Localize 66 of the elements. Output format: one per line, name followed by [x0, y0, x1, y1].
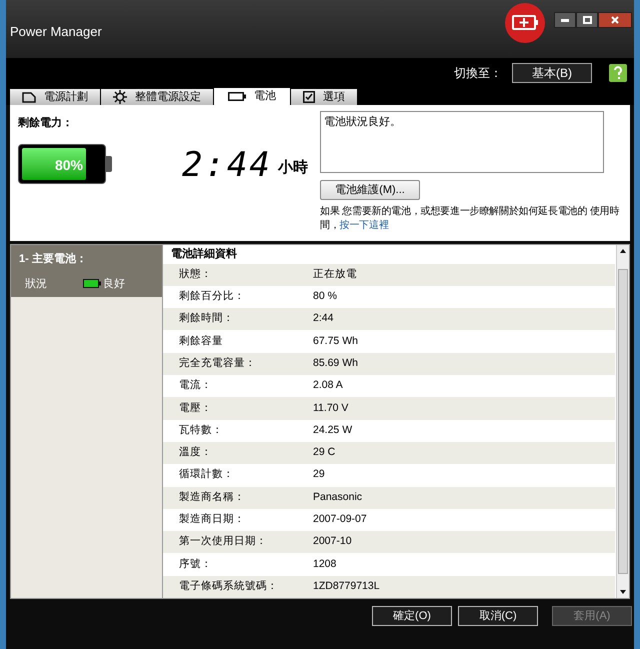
status-label: 狀況: [25, 276, 48, 292]
detail-label: 電壓：: [179, 400, 213, 416]
checkbox-icon: [303, 91, 315, 103]
tab[interactable]: 整體電源設定: [101, 89, 213, 105]
battery-icon: [83, 279, 101, 288]
basic-mode-button[interactable]: 基本(B): [512, 63, 592, 83]
battery-icon: [228, 92, 246, 101]
detail-value: 1208: [313, 556, 336, 572]
detail-value: 24.25 W: [313, 422, 352, 438]
minimize-icon: [561, 18, 569, 22]
detail-label: 剩餘百分比：: [179, 289, 246, 304]
detail-value: 2.08 A: [313, 378, 343, 394]
detail-value: 29: [313, 467, 325, 482]
detail-value: Panasonic: [313, 490, 362, 505]
window-title: Power Manager: [10, 23, 102, 41]
detail-value: 29 C: [313, 445, 336, 460]
remaining-time: 2:44: [182, 144, 272, 186]
detail-label: 製造商日期：: [179, 512, 246, 528]
detail-label: 製造商名稱：: [179, 490, 246, 505]
help-link[interactable]: 按一下這裡: [340, 220, 389, 231]
page-icon: [22, 92, 36, 102]
time-unit: 小時: [278, 158, 308, 178]
detail-value: 85.69 Wh: [313, 356, 358, 371]
detail-label: 循環計數：: [179, 467, 235, 482]
hint-text: 如果 您需要新的電池，或想要進一步瞭解關於如何延長電池的 使用時間，按一下這裡: [320, 205, 620, 233]
detail-value: 2007-10: [313, 534, 352, 550]
detail-label: 溫度：: [179, 445, 213, 460]
status-text-area: 電池狀況良好。: [320, 111, 604, 173]
settings-icon: [113, 90, 127, 104]
detail-value: 正在放電: [313, 266, 357, 282]
remaining-label: 剩餘電力：: [18, 116, 74, 131]
switch-label: 切換至：: [454, 65, 502, 82]
detail-label: 剩餘時間：: [179, 311, 235, 326]
detail-value: 11.70 V: [313, 400, 348, 416]
detail-value: 1ZD8779713L: [313, 578, 380, 594]
detail-label: 序號：: [179, 556, 213, 572]
minimize-button[interactable]: [554, 12, 576, 28]
detail-value: 2007-09-07: [313, 512, 367, 528]
maximize-button[interactable]: [576, 12, 598, 28]
detail-label: 剩餘容量: [179, 334, 224, 349]
maximize-icon: [582, 16, 592, 24]
battery-list-item[interactable]: 1- 主要電池： 狀況 良好: [11, 245, 162, 297]
status-value: 良好: [103, 276, 125, 292]
scrollbar[interactable]: [616, 245, 629, 598]
battery-name: 1- 主要電池：: [19, 252, 88, 267]
detail-label: 第一次使用日期：: [179, 534, 268, 550]
help-icon[interactable]: [608, 63, 628, 83]
detail-label: 狀態：: [179, 266, 213, 282]
detail-label: 電流：: [179, 378, 213, 394]
tab[interactable]: 電池: [214, 88, 290, 105]
detail-label: 完全充電容量：: [179, 356, 257, 371]
detail-value: 80 %: [313, 289, 337, 304]
detail-label: 電子條碼系統號碼：: [179, 578, 279, 594]
dialog-button[interactable]: 確定(O): [372, 606, 452, 626]
close-icon: [611, 16, 619, 24]
detail-value: 2:44: [313, 311, 334, 326]
detail-value: 67.75 Wh: [313, 334, 358, 349]
maintenance-button[interactable]: 電池維護(M)...: [320, 180, 420, 200]
dialog-button[interactable]: 取消(C): [458, 606, 538, 626]
details-title: 電池詳細資料: [171, 246, 237, 262]
close-button[interactable]: [598, 12, 632, 28]
tab[interactable]: 選項: [291, 89, 357, 105]
detail-label: 瓦特數：: [179, 422, 224, 438]
battery-percent: 80%: [54, 156, 83, 174]
tab[interactable]: 電源計劃: [10, 89, 100, 105]
battery-logo-icon: [504, 2, 546, 44]
